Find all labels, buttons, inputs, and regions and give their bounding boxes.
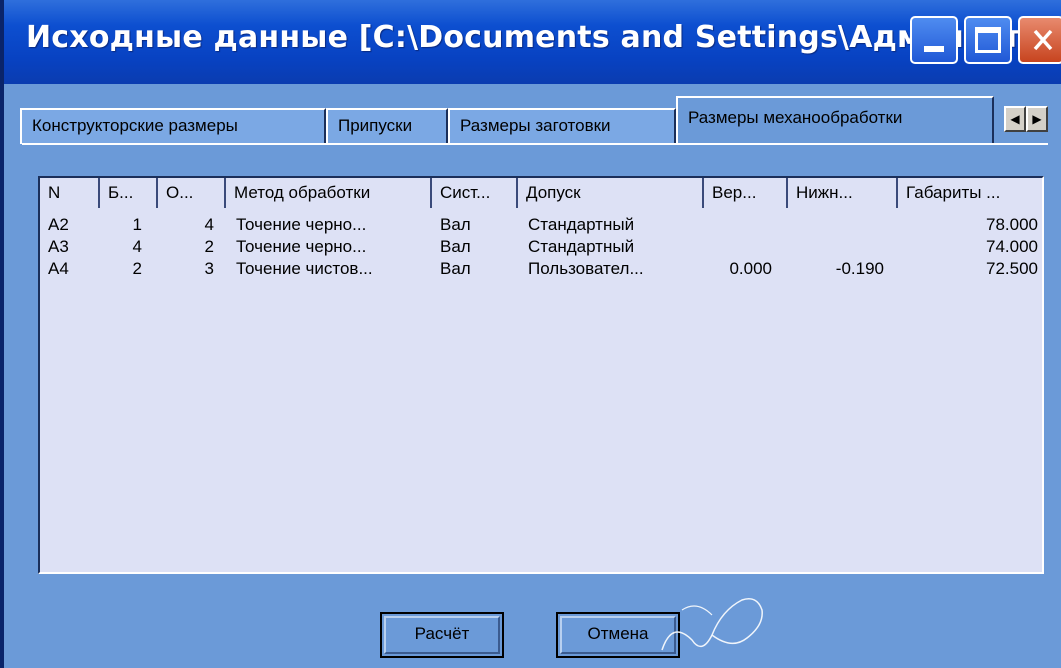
button-label: Отмена <box>587 624 649 643</box>
cell-o: 2 <box>204 237 214 256</box>
tab-design-dimensions[interactable]: Конструкторские размеры <box>20 108 326 144</box>
tab-strip: Конструкторские размеры Припуски Размеры… <box>20 92 1060 144</box>
maximize-button[interactable] <box>964 16 1012 64</box>
dialog-window: Исходные данные [C:\Documents and Settin… <box>0 0 1061 668</box>
table-row[interactable]: А2 1 4 Точение черно... Вал Стандартный … <box>40 214 1042 236</box>
cell-system: Вал <box>440 215 471 234</box>
column-header-dimensions[interactable]: Габариты ... <box>898 178 1042 208</box>
list-header: N Б... О... Метод обработки Сист... Допу… <box>40 178 1042 208</box>
cell-n: А3 <box>48 237 69 256</box>
cell-lower <box>788 236 884 258</box>
column-header-o[interactable]: О... <box>158 178 226 208</box>
cell-method: Точение чистов... <box>236 259 373 278</box>
tab-allowances[interactable]: Припуски <box>326 108 448 144</box>
cell-tolerance: Пользовател... <box>528 259 644 278</box>
cell-upper: 0.000 <box>729 259 772 278</box>
cell-dimensions: 74.000 <box>986 237 1038 256</box>
cell-n: А4 <box>48 259 69 278</box>
arrow-left-icon: ◀ <box>1010 112 1020 126</box>
column-header-n[interactable]: N <box>40 178 100 208</box>
tab-divider <box>22 143 1048 145</box>
machining-list[interactable]: N Б... О... Метод обработки Сист... Допу… <box>38 176 1044 574</box>
close-button[interactable] <box>1018 16 1061 64</box>
cell-n: А2 <box>48 215 69 234</box>
tab-label: Припуски <box>338 116 413 135</box>
tab-label: Конструкторские размеры <box>32 116 238 135</box>
arrow-right-icon: ▶ <box>1032 112 1042 126</box>
cell-lower <box>788 214 884 236</box>
calculate-button[interactable]: Расчёт <box>380 612 504 658</box>
cell-b: 1 <box>132 215 142 234</box>
cell-dimensions: 72.500 <box>986 259 1038 278</box>
maximize-icon <box>975 27 1001 53</box>
column-header-lower[interactable]: Нижн... <box>788 178 898 208</box>
column-header-method[interactable]: Метод обработки <box>226 178 432 208</box>
cancel-button[interactable]: Отмена <box>556 612 680 658</box>
tab-label: Размеры заготовки <box>460 116 611 135</box>
cell-upper <box>704 236 772 258</box>
column-header-upper[interactable]: Вер... <box>704 178 788 208</box>
cell-o: 4 <box>204 215 214 234</box>
column-header-b[interactable]: Б... <box>100 178 158 208</box>
cell-o: 3 <box>204 259 214 278</box>
cell-b: 2 <box>132 259 142 278</box>
tab-blank-dimensions[interactable]: Размеры заготовки <box>448 108 676 144</box>
cell-method: Точение черно... <box>236 237 367 256</box>
tab-machining-dimensions[interactable]: Размеры механообработки <box>676 96 994 144</box>
minimize-icon <box>924 46 944 52</box>
tab-label: Размеры механообработки <box>688 108 903 127</box>
cell-upper <box>704 214 772 236</box>
minimize-button[interactable] <box>910 16 958 64</box>
column-header-tolerance[interactable]: Допуск <box>518 178 704 208</box>
cell-lower: -0.190 <box>835 259 884 278</box>
cell-method: Точение черно... <box>236 215 367 234</box>
cell-tolerance: Стандартный <box>528 237 635 256</box>
cell-b: 4 <box>132 237 142 256</box>
button-label: Расчёт <box>414 624 470 643</box>
cell-tolerance: Стандартный <box>528 215 635 234</box>
window-title: Исходные данные [C:\Documents and Settin… <box>26 20 1051 55</box>
cell-system: Вал <box>440 259 471 278</box>
tab-scroll-right-button[interactable]: ▶ <box>1026 106 1048 132</box>
cell-dimensions: 78.000 <box>986 215 1038 234</box>
title-bar[interactable]: Исходные данные [C:\Documents and Settin… <box>4 0 1061 84</box>
table-row[interactable]: А4 2 3 Точение чистов... Вал Пользовател… <box>40 258 1042 280</box>
close-icon <box>1033 29 1053 51</box>
cell-system: Вал <box>440 237 471 256</box>
column-header-system[interactable]: Сист... <box>432 178 518 208</box>
table-row[interactable]: А3 4 2 Точение черно... Вал Стандартный … <box>40 236 1042 258</box>
tab-scroll-left-button[interactable]: ◀ <box>1004 106 1026 132</box>
